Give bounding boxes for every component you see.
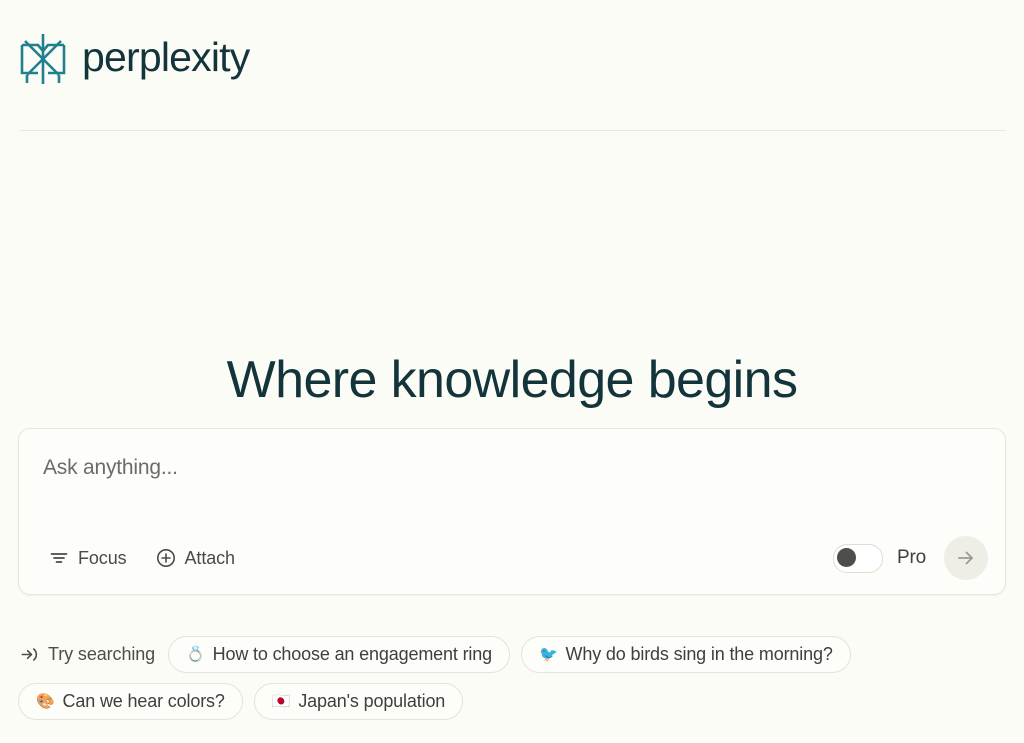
bird-emoji: 🐦 xyxy=(539,646,558,663)
pro-toggle-knob xyxy=(837,547,857,567)
submit-button[interactable] xyxy=(944,536,988,580)
page-header: perplexity xyxy=(0,0,1024,131)
header-divider xyxy=(20,130,1006,131)
suggestion-chip-label: How to choose an engagement ring xyxy=(212,644,493,664)
brand-wordmark: perplexity xyxy=(82,33,250,80)
toolbar-right-group: Pro xyxy=(833,536,988,580)
filter-icon xyxy=(50,553,68,563)
suggestion-list: Try searching 💍 How to choose an engagem… xyxy=(18,636,1008,720)
login-arrow-icon xyxy=(21,648,38,661)
suggestion-chip-label: Why do birds sing in the morning? xyxy=(565,644,833,664)
page-title: Where knowledge begins xyxy=(226,350,798,409)
suggestion-chip[interactable]: 🇯🇵 Japan's population xyxy=(253,683,464,720)
attach-button-label: Attach xyxy=(184,547,236,568)
search-toolbar: Focus Attach Pro xyxy=(19,522,1005,594)
plus-circle-icon xyxy=(156,549,175,567)
artist-palette-emoji: 🎨 xyxy=(36,693,55,710)
suggestion-chip-label: Can we hear colors? xyxy=(62,691,225,711)
japan-flag-emoji: 🇯🇵 xyxy=(271,693,291,710)
suggestion-chip[interactable]: 💍 How to choose an engagement ring xyxy=(168,636,510,673)
suggestion-chip[interactable]: 🎨 Can we hear colors? xyxy=(18,683,243,720)
suggestion-chip[interactable]: 🐦 Why do birds sing in the morning? xyxy=(521,636,851,673)
suggestion-chip-label: Japan's population xyxy=(298,691,446,711)
try-searching-label: Try searching xyxy=(48,644,156,664)
pro-toggle[interactable] xyxy=(833,543,884,573)
ring-emoji: 💍 xyxy=(186,646,205,663)
attach-button[interactable]: Attach xyxy=(150,542,241,575)
search-box[interactable]: Ask anything... Focus Attach Pro xyxy=(18,428,1006,595)
perplexity-logo-mark-icon xyxy=(20,34,66,84)
arrow-right-icon xyxy=(958,551,973,565)
pro-label: Pro xyxy=(897,547,926,568)
brand-logo[interactable]: perplexity xyxy=(18,31,250,87)
search-input[interactable]: Ask anything... xyxy=(43,456,178,480)
focus-button[interactable]: Focus xyxy=(43,542,133,575)
focus-button-label: Focus xyxy=(78,547,127,568)
try-searching-label-group: Try searching xyxy=(18,638,157,671)
